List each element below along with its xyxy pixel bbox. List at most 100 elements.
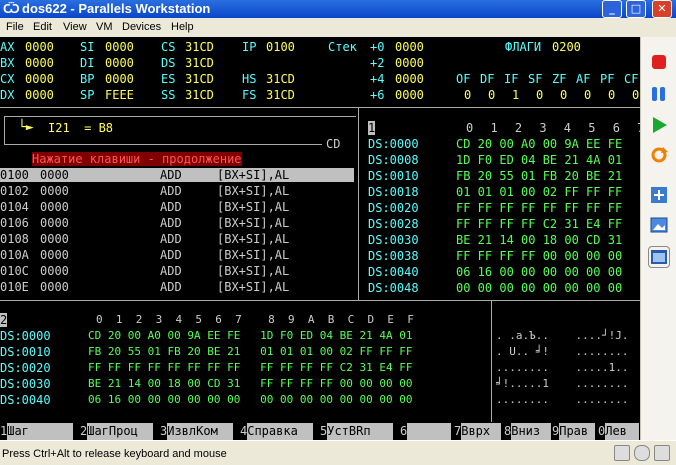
- dump-bytes: FF FF FF FF 00 00 00 00: [456, 249, 623, 263]
- dump-address: DS:0008: [368, 153, 419, 167]
- fkey-number: 6: [400, 424, 408, 438]
- dump-ascii: . .a.Ъ.. ....┘!J.: [496, 329, 629, 342]
- menu-file[interactable]: File: [6, 21, 24, 33]
- flag-value: 1: [512, 88, 520, 102]
- flag-name: OF: [456, 72, 471, 86]
- interrupt-info: I21 = B8: [48, 121, 114, 135]
- fkey-label: Лев: [605, 423, 640, 440]
- code-row[interactable]: 010A 0000 ADD [BX+SI],AL: [0, 248, 354, 262]
- code-row[interactable]: 010C 0000 ADD [BX+SI],AL: [0, 264, 354, 278]
- arrow-icon: └►: [18, 120, 34, 135]
- flag-name: SF: [528, 72, 543, 86]
- register-name: SI: [80, 40, 95, 54]
- flag-value: 0: [584, 88, 592, 102]
- dump-bytes: 00 00 00 00 00 00 00 00: [456, 281, 623, 295]
- dump-bytes: FB 20 55 01 FB 20 BE 21: [456, 169, 623, 183]
- menu-vm[interactable]: VM: [96, 21, 113, 33]
- fkey-label: УстВRп: [327, 423, 394, 440]
- close-button[interactable]: ✕: [652, 0, 672, 18]
- cd-icon[interactable]: [634, 445, 650, 461]
- fkey-number: 2: [80, 424, 88, 438]
- screenshot-icon[interactable]: [649, 215, 669, 235]
- continue-message: Нажатие клавиши - продолжение: [32, 152, 242, 166]
- vm-screen[interactable]: AX 0000 SI 0000 CS 31CD IP 0100 BX 0000 …: [0, 37, 640, 440]
- byte-label: CD: [326, 137, 341, 151]
- code-bytes: 0000: [40, 280, 69, 294]
- code-operands: [BX+SI],AL: [217, 280, 290, 294]
- code-operands: [BX+SI],AL: [217, 216, 290, 230]
- code-bytes: 0000: [40, 168, 69, 182]
- stop-icon[interactable]: [649, 52, 669, 72]
- register-name: SP: [80, 88, 95, 102]
- flag-value: 0: [536, 88, 544, 102]
- menu-devices[interactable]: Devices: [122, 21, 161, 33]
- fkey-number: 4: [240, 424, 248, 438]
- register-value: 0000: [105, 40, 134, 54]
- register-value: 0000: [25, 72, 54, 86]
- code-row[interactable]: 0100 0000 ADD [BX+SI],AL: [0, 168, 354, 182]
- floppy-icon[interactable]: [614, 445, 630, 461]
- fkey-number: 3: [160, 424, 168, 438]
- register-value: 0000: [25, 88, 54, 102]
- fkey-10[interactable]: 0Лев: [598, 423, 640, 440]
- flag-name: IF: [504, 72, 519, 86]
- code-row[interactable]: 010E 0000 ADD [BX+SI],AL: [0, 280, 354, 294]
- fkey-6[interactable]: 6: [400, 423, 452, 440]
- network-icon[interactable]: [654, 445, 670, 461]
- fkey-number: 0: [598, 424, 606, 438]
- dump-address: DS:0038: [368, 249, 419, 263]
- pause-icon[interactable]: [649, 84, 669, 104]
- fkey-number: 5: [320, 424, 328, 438]
- stack-value: 0000: [395, 40, 424, 54]
- dump-bytes: FF FF FF FF C2 31 E4 FF: [456, 217, 623, 231]
- panel-number: 2: [0, 313, 8, 327]
- dump-bytes: BE 21 14 00 18 00 CD 31: [456, 233, 623, 247]
- flag-name: CF: [624, 72, 639, 86]
- code-address: 010C: [0, 264, 29, 278]
- code-row[interactable]: 0102 0000 ADD [BX+SI],AL: [0, 184, 354, 198]
- reset-icon[interactable]: [649, 145, 669, 165]
- register-name: BP: [80, 72, 95, 86]
- flag-value: 0: [560, 88, 568, 102]
- fkey-5[interactable]: 5УстВRп: [320, 423, 394, 440]
- menu-edit[interactable]: Edit: [33, 21, 52, 33]
- fkey-number: 1: [0, 424, 8, 438]
- dump-address: DS:0040: [368, 265, 419, 279]
- fkey-label: Шаг: [7, 423, 74, 440]
- stack-value: 0000: [395, 72, 424, 86]
- dump-bytes: 06 16 00 00 00 00 00 00 00 00 00 00 00 0…: [88, 393, 413, 406]
- register-name: CS: [161, 40, 176, 54]
- code-row[interactable]: 0108 0000 ADD [BX+SI],AL: [0, 232, 354, 246]
- divider: [0, 107, 640, 108]
- code-row[interactable]: 0106 0000 ADD [BX+SI],AL: [0, 216, 354, 230]
- register-value: 0000: [105, 56, 134, 70]
- window-title: dos622 - Parallels Workstation: [22, 1, 211, 16]
- fkey-7[interactable]: 7Вврх: [454, 423, 502, 440]
- parallels-icon: Ѿ: [3, 1, 20, 16]
- fkey-9[interactable]: 9Прав: [552, 423, 596, 440]
- play-icon[interactable]: [649, 115, 669, 135]
- fkey-8[interactable]: 8Вниз: [504, 423, 552, 440]
- dump-address: DS:0000: [368, 137, 419, 151]
- vm-toolbar: [640, 37, 676, 440]
- fkey-label: [407, 423, 452, 440]
- fkey-3[interactable]: 3ИзвлКом: [160, 423, 234, 440]
- code-mnemonic: ADD: [160, 280, 182, 294]
- dump-bytes: 01 01 01 00 02 FF FF FF: [456, 185, 623, 199]
- fkey-2[interactable]: 2ШагПроц: [80, 423, 154, 440]
- menu-bar: File Edit View VM Devices Help: [0, 18, 676, 37]
- menu-view[interactable]: View: [63, 21, 87, 33]
- dump-ascii: ........ ........: [496, 393, 629, 406]
- fkey-4[interactable]: 4Справка: [240, 423, 314, 440]
- code-row[interactable]: 0104 0000 ADD [BX+SI],AL: [0, 200, 354, 214]
- fkey-1[interactable]: 1Шаг: [0, 423, 74, 440]
- minimize-button[interactable]: _: [602, 0, 622, 18]
- window-icon[interactable]: [648, 246, 670, 268]
- stack-offset: +2: [370, 56, 385, 70]
- register-value: 31CD: [185, 88, 214, 102]
- menu-help[interactable]: Help: [171, 21, 194, 33]
- stack-value: 0000: [395, 56, 424, 70]
- dump-bytes: CD 20 00 A0 00 9A EE FE: [456, 137, 623, 151]
- fullscreen-icon[interactable]: [649, 185, 669, 205]
- maximize-button[interactable]: □: [626, 0, 646, 18]
